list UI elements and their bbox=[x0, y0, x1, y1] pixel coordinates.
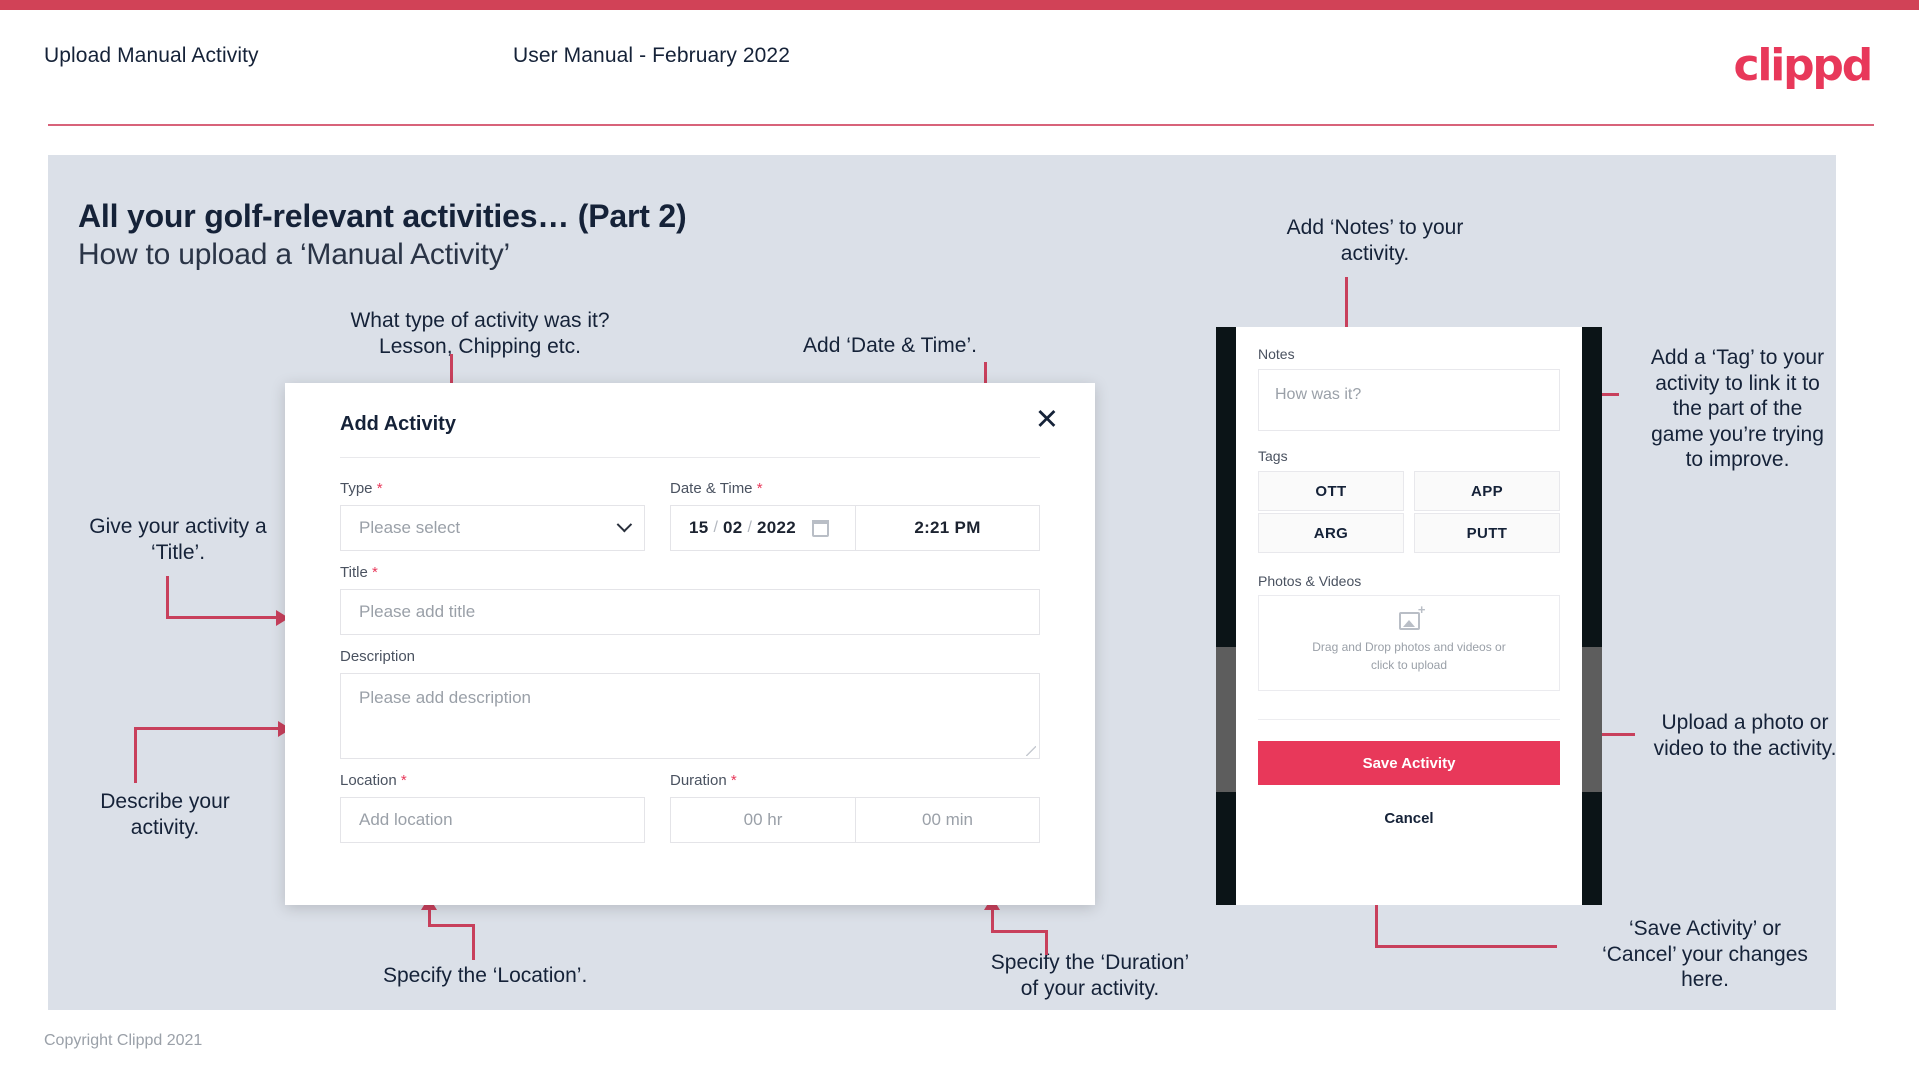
type-placeholder: Please select bbox=[359, 518, 461, 537]
connector-location-v2 bbox=[428, 910, 431, 926]
datetime-required-marker: * bbox=[756, 480, 763, 497]
phone-bezel-left-bottom bbox=[1216, 792, 1236, 905]
location-field-label: Location * bbox=[340, 772, 407, 789]
duration-minutes-value: 00 min bbox=[921, 810, 974, 829]
duration-label-text: Duration bbox=[670, 772, 727, 789]
annotation-title: Give your activity a ‘Title’. bbox=[89, 515, 267, 564]
tag-arg[interactable]: ARG bbox=[1258, 513, 1404, 553]
datetime-label-text: Date & Time bbox=[670, 480, 753, 497]
phone-bezel-right-bottom bbox=[1582, 792, 1602, 905]
clippd-logo: clippd bbox=[1733, 40, 1873, 91]
description-field-label: Description bbox=[340, 648, 415, 665]
date-month: 02 bbox=[722, 518, 743, 537]
annotation-tags: Add a ‘Tag’ to your activity to link it … bbox=[1650, 346, 1825, 472]
title-label-text: Title bbox=[340, 564, 368, 581]
page-title: Upload Manual Activity bbox=[44, 44, 259, 67]
tag-app[interactable]: APP bbox=[1414, 471, 1560, 511]
header-divider bbox=[48, 124, 1874, 126]
duration-hours-value: 00 hr bbox=[743, 810, 783, 829]
modal-divider bbox=[340, 457, 1040, 458]
dropzone-text-line2: click to upload bbox=[1370, 657, 1448, 672]
date-sep-2: / bbox=[747, 519, 752, 536]
top-accent-bar bbox=[0, 0, 1919, 10]
connector-title-v bbox=[166, 576, 169, 618]
manual-subtitle: User Manual - February 2022 bbox=[513, 44, 790, 67]
modal-title: Add Activity bbox=[340, 413, 456, 435]
phone-divider bbox=[1258, 719, 1560, 720]
title-placeholder: Please add title bbox=[359, 602, 476, 621]
add-activity-modal: Add Activity ✕ Type * Please select Date… bbox=[285, 383, 1095, 905]
connector-duration-v2 bbox=[991, 910, 994, 932]
annotation-notes: Add ‘Notes’ to your activity. bbox=[1286, 216, 1464, 265]
description-label-text: Description bbox=[340, 648, 416, 665]
date-day: 15 bbox=[689, 518, 709, 537]
datetime-field-label: Date & Time * bbox=[670, 480, 763, 497]
connector-save-h bbox=[1375, 945, 1557, 948]
title-field-label: Title * bbox=[340, 564, 378, 581]
type-select[interactable]: Please select bbox=[340, 505, 645, 551]
notes-textarea[interactable]: How was it? bbox=[1258, 369, 1560, 431]
description-placeholder: Please add description bbox=[359, 688, 532, 707]
image-upload-icon bbox=[1398, 603, 1425, 631]
connector-location-v1 bbox=[472, 924, 475, 960]
resize-grip-icon[interactable] bbox=[1026, 746, 1036, 756]
title-required-marker: * bbox=[371, 564, 378, 581]
phone-bezel-right-button bbox=[1582, 647, 1602, 792]
calendar-icon[interactable] bbox=[811, 519, 829, 537]
notes-placeholder: How was it? bbox=[1275, 386, 1362, 403]
location-input[interactable]: Add location bbox=[340, 797, 645, 843]
save-activity-button[interactable]: Save Activity bbox=[1258, 741, 1560, 785]
location-required-marker: * bbox=[400, 772, 407, 789]
annotation-datetime: Add ‘Date & Time’. bbox=[803, 334, 977, 357]
duration-required-marker: * bbox=[730, 772, 737, 789]
connector-duration-h bbox=[991, 930, 1048, 933]
phone-bezel-left-button bbox=[1216, 647, 1236, 792]
time-input[interactable]: 2:21 PM bbox=[856, 505, 1040, 551]
dropzone-text-line1: Drag and Drop photos and videos or bbox=[1312, 640, 1506, 655]
duration-field-label: Duration * bbox=[670, 772, 737, 789]
slide-page: Upload Manual Activity User Manual - Feb… bbox=[0, 0, 1919, 1079]
slide-heading: All your golf-relevant activities… (Part… bbox=[78, 198, 687, 234]
phone-bezel-right-top bbox=[1582, 327, 1602, 647]
location-label-text: Location bbox=[340, 772, 397, 789]
location-placeholder: Add location bbox=[359, 810, 453, 829]
phone-mockup: Notes How was it? Tags OTT APP ARG PUTT … bbox=[1216, 327, 1602, 905]
copyright-footer: Copyright Clippd 2021 bbox=[44, 1032, 203, 1049]
duration-hours-input[interactable]: 00 hr bbox=[670, 797, 856, 843]
annotation-upload: Upload a photo or video to the activity. bbox=[1653, 711, 1837, 760]
annotation-duration: Specify the ‘Duration’ of your activity. bbox=[990, 951, 1190, 1000]
time-value: 2:21 PM bbox=[914, 518, 981, 537]
duration-minutes-input[interactable]: 00 min bbox=[856, 797, 1040, 843]
connector-duration-v1 bbox=[1045, 930, 1048, 955]
connector-description-v bbox=[134, 727, 137, 783]
tag-putt[interactable]: PUTT bbox=[1414, 513, 1560, 553]
annotation-type: What type of activity was it? Lesson, Ch… bbox=[350, 309, 610, 358]
close-icon[interactable]: ✕ bbox=[1035, 405, 1059, 434]
connector-location-h bbox=[428, 924, 475, 927]
phone-bezel-left-top bbox=[1216, 327, 1236, 647]
date-sep-1: / bbox=[713, 519, 718, 536]
media-label: Photos & Videos bbox=[1258, 573, 1362, 589]
tag-ott[interactable]: OTT bbox=[1258, 471, 1404, 511]
tags-label: Tags bbox=[1258, 448, 1288, 464]
description-textarea[interactable]: Please add description bbox=[340, 673, 1040, 759]
connector-description-h bbox=[134, 727, 280, 730]
annotation-save: ‘Save Activity’ or ‘Cancel’ your changes… bbox=[1602, 917, 1808, 992]
cancel-button[interactable]: Cancel bbox=[1236, 810, 1582, 827]
title-input[interactable]: Please add title bbox=[340, 589, 1040, 635]
media-dropzone[interactable]: Drag and Drop photos and videos or click… bbox=[1258, 595, 1560, 691]
slide-subheading: How to upload a ‘Manual Activity’ bbox=[78, 238, 510, 271]
type-label-text: Type bbox=[340, 480, 373, 497]
type-required-marker: * bbox=[376, 480, 383, 497]
chevron-down-icon bbox=[616, 516, 633, 533]
notes-label: Notes bbox=[1258, 346, 1295, 362]
date-year: 2022 bbox=[756, 518, 796, 537]
type-field-label: Type * bbox=[340, 480, 383, 497]
annotation-description: Describe your activity. bbox=[100, 790, 230, 839]
phone-screen: Notes How was it? Tags OTT APP ARG PUTT … bbox=[1236, 327, 1582, 905]
connector-title-h bbox=[166, 616, 278, 619]
date-input[interactable]: 15 / 02 / 2022 bbox=[670, 505, 856, 551]
annotation-location: Specify the ‘Location’. bbox=[383, 964, 588, 987]
